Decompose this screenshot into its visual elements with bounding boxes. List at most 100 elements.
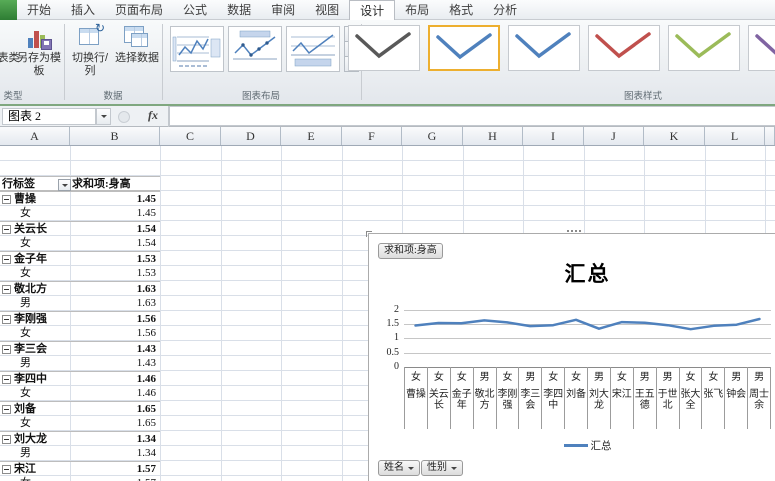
y-axis-tick-label: 0.5 [386,346,400,358]
chart-style-swatch-5[interactable] [668,25,740,71]
column-header-B[interactable]: B [70,127,160,145]
axis-gender-label: 男 [479,372,490,383]
tab-formulas[interactable]: 公式 [173,0,217,20]
column-header-K[interactable]: K [644,127,705,145]
collapse-icon[interactable] [2,435,11,444]
group-label-chart-styles: 图表样式 [623,91,662,102]
chart-layout-2-thumbnail[interactable] [228,26,282,72]
column-header-J[interactable]: J [584,127,644,145]
pivot-chart[interactable]: 求和项:身高 汇总 2 1.5 1 0.5 0 女曹操女关云长女金子年男敬北方女李刚强男… [366,230,775,481]
axis-gender-label: 女 [456,372,467,383]
pivot-gender-value: 1.56 [136,327,156,339]
tab-view[interactable]: 视图 [305,0,349,20]
column-header-D[interactable]: D [221,127,281,145]
collapse-icon[interactable] [2,345,11,354]
axis-name-label: 金子年 [451,389,472,411]
chart-style-swatch-6[interactable] [748,25,775,71]
group-label-chart-layouts: 图表布局 [241,91,280,102]
collapse-icon[interactable] [2,285,11,294]
y-axis-tick-label: 1.5 [386,318,400,330]
pivot-gender-label: 女 [20,387,31,399]
column-header-H[interactable]: H [463,127,523,145]
axis-name-label: 宋江 [611,389,632,400]
tab-home[interactable]: 开始 [17,0,61,20]
pivot-group-total: 1.43 [136,343,156,355]
style-line-icon [515,32,571,59]
style-line-icon [436,33,492,60]
axis-gender-label: 女 [616,372,627,383]
legend-line-marker [563,444,588,447]
style-line-icon [755,34,775,55]
chart-style-swatch-1[interactable] [348,25,420,71]
switch-row-column-button[interactable]: ↻ 切换行/列 [67,22,113,86]
ribbon-tab-bar: 开始 插入 页面布局 公式 数据 审阅 视图 设计 布局 格式 分析 [0,0,775,20]
chart-legend[interactable]: 汇总 [404,438,771,453]
column-header-A[interactable]: A [0,127,70,145]
column-header-E[interactable]: E [281,127,342,145]
pivot-gender-row: 男 1.63 [0,296,160,311]
pivot-group-row: 李刚强 1.56 [0,311,160,326]
collapse-icon[interactable] [2,225,11,234]
row-labels-filter-button[interactable] [58,179,71,191]
name-box[interactable]: 图表 2 [2,108,96,125]
tab-analyze[interactable]: 分析 [483,0,527,20]
switch-row-column-icon: ↻ [77,22,105,50]
file-tab-corner[interactable] [0,0,17,20]
tab-layout[interactable]: 布局 [395,0,439,20]
pivot-gender-value: 1.46 [136,387,156,399]
name-field-button[interactable]: 姓名 [378,460,420,476]
pivot-gender-value: 1.53 [136,267,156,279]
collapse-icon[interactable] [2,405,11,414]
chart-layout-3-thumbnail[interactable] [286,26,340,72]
axis-gender-label: 男 [639,372,650,383]
insert-function-icon[interactable]: fx [148,108,158,123]
chart-selection-corner-handle[interactable] [366,231,372,237]
save-as-template-button[interactable]: 另存为模板 [16,24,62,86]
column-header-C[interactable]: C [160,127,221,145]
select-data-icon [124,24,150,50]
formula-input[interactable] [169,106,775,126]
pivot-gender-value: 1.65 [136,417,156,429]
select-data-button[interactable]: 选择数据 [114,24,160,86]
pivot-gender-row: 女 1.53 [0,266,160,281]
tab-page-layout[interactable]: 页面布局 [105,0,173,20]
column-header-F[interactable]: F [342,127,402,145]
axis-name-label: 张飞 [703,389,724,400]
gender-field-button[interactable]: 性别 [421,460,463,476]
pivot-group-name: 曹操 [14,193,36,205]
chart-category-axis: 女曹操女关云长女金子年男敬北方女李刚强男李三会女李四中女刘备男刘大龙女宋江男王五… [404,367,771,429]
collapse-icon[interactable] [2,375,11,384]
axis-gender-label: 女 [548,372,559,383]
column-header-G[interactable]: G [402,127,463,145]
chart-selection-top-handle[interactable] [567,230,581,232]
pivot-gender-value: 1.57 [72,476,156,481]
tab-review[interactable]: 审阅 [261,0,305,20]
formula-bar-button[interactable] [118,111,130,123]
tab-data[interactable]: 数据 [217,0,261,20]
chart-style-swatch-4[interactable] [588,25,660,71]
collapse-icon[interactable] [2,195,11,204]
column-header-I[interactable]: I [523,127,584,145]
collapse-icon[interactable] [2,255,11,264]
grid-vline [281,146,282,481]
column-header-L[interactable]: L [705,127,765,145]
collapse-icon[interactable] [2,315,11,324]
chart-title[interactable]: 汇总 [404,258,771,288]
y-axis-tick-label: 1 [394,332,399,344]
tab-design[interactable]: 设计 [349,0,396,20]
pivot-gender-label: 女 [20,476,31,481]
chart-style-swatch-3[interactable] [508,25,580,71]
collapse-icon[interactable] [2,465,11,474]
chart-style-swatch-2[interactable] [428,25,500,71]
name-box-dropdown-button[interactable] [96,108,111,125]
change-chart-type-icon [0,24,5,50]
dropdown-arrow-icon [408,466,414,470]
tab-insert[interactable]: 插入 [61,0,105,20]
tab-format[interactable]: 格式 [439,0,483,20]
value-field-button[interactable]: 求和项:身高 [378,243,443,259]
pivot-header-row: 行标签 求和项:身高 [0,176,160,191]
chart-layout-1-thumbnail[interactable] [170,26,224,72]
chart-layout-2-icon [233,30,277,60]
pivot-gender-label: 女 [20,237,31,249]
chart-data-series[interactable] [404,304,771,372]
